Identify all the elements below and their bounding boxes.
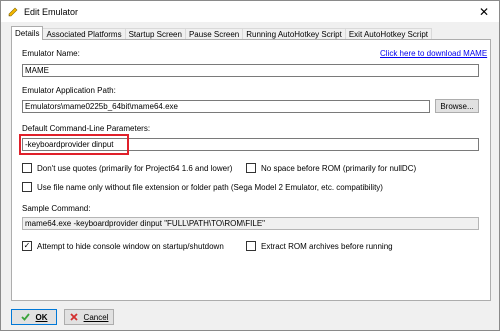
checkbox-box[interactable]: [246, 241, 256, 251]
close-button[interactable]: ✕: [469, 1, 499, 22]
ok-button[interactable]: OK: [11, 309, 57, 325]
cmdline-input[interactable]: -keyboardprovider dinput: [22, 138, 479, 151]
checkbox-box[interactable]: [22, 182, 32, 192]
checkbox-dont-use-quotes[interactable]: Don't use quotes (primarily for Project6…: [22, 163, 232, 173]
cancel-label: Cancel: [83, 312, 109, 322]
ok-label: OK: [35, 312, 48, 322]
title-bar: Edit Emulator ✕: [1, 1, 499, 22]
edit-emulator-icon: [7, 6, 19, 18]
checkmark-icon: ✓: [23, 241, 31, 250]
cancel-button[interactable]: Cancel: [64, 309, 114, 325]
checkbox-label: Use file name only without file extensio…: [37, 182, 383, 192]
checkbox-label: Don't use quotes (primarily for Project6…: [37, 163, 233, 173]
tab-strip: Details Associated Platforms Startup Scr…: [11, 26, 432, 40]
window-title: Edit Emulator: [24, 6, 79, 17]
browse-button[interactable]: Browse...: [435, 99, 479, 113]
checkbox-box-checked[interactable]: ✓: [22, 241, 32, 251]
edit-emulator-window: Edit Emulator ✕ Details Associated Platf…: [0, 0, 500, 331]
checkbox-extract-rom[interactable]: Extract ROM archives before running: [246, 241, 393, 251]
sample-command-field: mame64.exe -keyboardprovider dinput "FUL…: [22, 217, 479, 230]
checkbox-label: Extract ROM archives before running: [261, 241, 393, 251]
cmdline-label: Default Command-Line Parameters:: [22, 124, 151, 133]
app-path-label: Emulator Application Path:: [22, 86, 116, 95]
sample-command-label: Sample Command:: [22, 204, 91, 213]
checkbox-no-space-before-rom[interactable]: No space before ROM (primarily for nullD…: [246, 163, 416, 173]
checkbox-label: Attempt to hide console window on startu…: [37, 241, 224, 251]
checkmark-icon: [20, 313, 30, 321]
cross-icon: [69, 313, 78, 321]
emulator-name-input[interactable]: MAME: [22, 64, 479, 77]
emulator-name-label: Emulator Name:: [22, 49, 80, 58]
tab-details[interactable]: Details: [11, 26, 44, 40]
checkbox-hide-console[interactable]: ✓ Attempt to hide console window on star…: [22, 241, 224, 251]
checkbox-box[interactable]: [246, 163, 256, 173]
checkbox-label: No space before ROM (primarily for nullD…: [261, 163, 417, 173]
close-icon: ✕: [478, 4, 490, 19]
checkbox-box[interactable]: [22, 163, 32, 173]
checkbox-file-name-only[interactable]: Use file name only without file extensio…: [22, 182, 383, 192]
download-mame-link[interactable]: Click here to download MAME: [380, 49, 487, 58]
app-path-input[interactable]: Emulators\mame0225b_64bit\mame64.exe: [22, 100, 430, 113]
